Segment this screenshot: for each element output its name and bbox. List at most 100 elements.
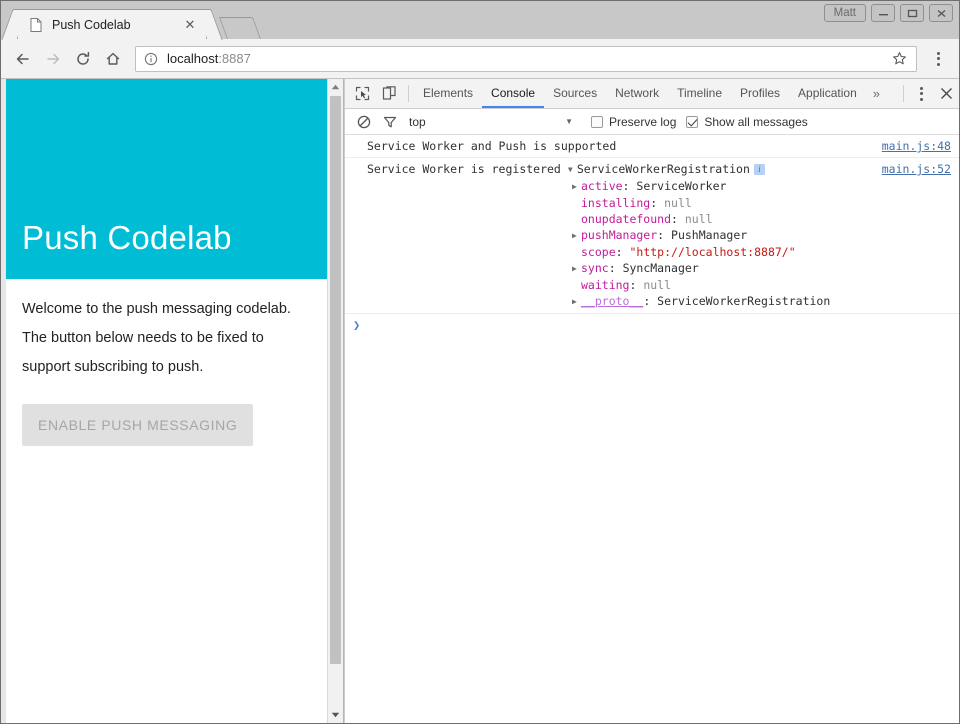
- forward-icon: [39, 45, 67, 73]
- scroll-up-icon[interactable]: [328, 79, 343, 95]
- page-scrollbar[interactable]: [327, 79, 343, 723]
- tab-overflow-icon[interactable]: »: [866, 79, 887, 108]
- tab-timeline[interactable]: Timeline: [668, 79, 731, 108]
- tab-console[interactable]: Console: [482, 79, 544, 108]
- preserve-log-label: Preserve log: [609, 115, 676, 129]
- devtools-tabbar: Elements Console Sources Network Timelin…: [345, 79, 959, 109]
- property-name: onupdatefound: [581, 212, 671, 226]
- expand-triangle-icon[interactable]: ▶: [572, 294, 581, 310]
- prompt-chevron-icon: ❯: [353, 318, 360, 332]
- console-message[interactable]: Service Worker is registered ▼ServiceWor…: [345, 158, 959, 314]
- browser-tab[interactable]: Push Codelab ✕: [17, 9, 207, 39]
- minimize-icon[interactable]: [871, 4, 895, 22]
- console-prompt[interactable]: ❯: [345, 314, 959, 336]
- info-badge-icon[interactable]: i: [754, 164, 765, 175]
- property-name: installing: [581, 196, 650, 210]
- filter-icon[interactable]: [377, 115, 403, 129]
- show-all-messages-label: Show all messages: [704, 115, 807, 129]
- property-value: SyncManager: [623, 261, 699, 275]
- page-body: Welcome to the push messaging codelab. T…: [6, 279, 327, 446]
- scrollbar-thumb[interactable]: [330, 96, 341, 664]
- reload-icon[interactable]: [69, 45, 97, 73]
- console-filter-bar: top ▼ Preserve log Show all messages: [345, 109, 959, 135]
- inspect-element-icon[interactable]: [349, 79, 376, 108]
- object-property-row[interactable]: onupdatefound: null: [581, 211, 959, 227]
- property-value: PushManager: [671, 228, 747, 242]
- scroll-down-icon[interactable]: [328, 707, 343, 723]
- chrome-menu-icon[interactable]: [925, 45, 951, 73]
- property-value: null: [685, 212, 713, 226]
- console-source-link[interactable]: main.js:52: [882, 161, 951, 177]
- devtools-menu-icon[interactable]: [909, 79, 933, 108]
- page-viewport: Push Codelab Welcome to the push messagi…: [1, 79, 327, 723]
- show-all-messages-checkbox[interactable]: Show all messages: [686, 115, 807, 129]
- execution-context-dropdown[interactable]: top ▼: [409, 115, 581, 129]
- toolbar-divider: [408, 85, 409, 102]
- console-source-link[interactable]: main.js:48: [882, 138, 951, 154]
- new-tab-button[interactable]: [219, 17, 261, 39]
- expand-triangle-icon[interactable]: ▶: [572, 179, 581, 195]
- enable-push-messaging-button[interactable]: ENABLE PUSH MESSAGING: [22, 404, 253, 446]
- tab-sources[interactable]: Sources: [544, 79, 606, 108]
- tab-network[interactable]: Network: [606, 79, 668, 108]
- maximize-icon[interactable]: [900, 4, 924, 22]
- preserve-log-checkbox[interactable]: Preserve log: [591, 115, 676, 129]
- console-output[interactable]: Service Worker and Push is supported mai…: [345, 135, 959, 723]
- object-properties: ▶active: ServiceWorker installing: null …: [367, 178, 959, 310]
- console-message-text: Service Worker and Push is supported: [367, 139, 616, 153]
- property-name: scope: [581, 245, 616, 259]
- property-value: "http://localhost:8887/": [629, 245, 795, 259]
- browser-toolbar: localhost:8887: [1, 39, 959, 79]
- property-name: active: [581, 179, 623, 193]
- chevron-down-icon[interactable]: ▼: [565, 117, 581, 126]
- hero-banner: Push Codelab: [6, 79, 327, 279]
- show-all-messages-box[interactable]: [686, 116, 698, 128]
- preserve-log-box[interactable]: [591, 116, 603, 128]
- property-value: null: [643, 278, 671, 292]
- object-property-row[interactable]: ▶active: ServiceWorker: [581, 178, 959, 195]
- object-property-row[interactable]: ▶sync: SyncManager: [581, 260, 959, 277]
- tab-title: Push Codelab: [52, 18, 172, 32]
- clear-console-icon[interactable]: [351, 115, 377, 129]
- tab-profiles[interactable]: Profiles: [731, 79, 789, 108]
- home-icon[interactable]: [99, 45, 127, 73]
- console-message[interactable]: Service Worker and Push is supported mai…: [345, 135, 959, 158]
- tab-elements[interactable]: Elements: [414, 79, 482, 108]
- property-name: waiting: [581, 278, 629, 292]
- devtools-panel: Elements Console Sources Network Timelin…: [344, 79, 959, 723]
- property-value: ServiceWorker: [636, 179, 726, 193]
- url-host: localhost: [167, 51, 218, 66]
- site-info-icon[interactable]: [144, 52, 160, 66]
- execution-context-label: top: [409, 115, 426, 129]
- url-port: :8887: [218, 51, 251, 66]
- page-title: Push Codelab: [22, 219, 232, 257]
- bookmark-star-icon[interactable]: [890, 51, 908, 66]
- property-name: __proto__: [581, 294, 643, 308]
- object-property-row[interactable]: installing: null: [581, 195, 959, 211]
- object-property-row[interactable]: scope: "http://localhost:8887/": [581, 244, 959, 260]
- devtools-close-icon[interactable]: [933, 79, 959, 108]
- object-property-row[interactable]: waiting: null: [581, 277, 959, 293]
- back-icon[interactable]: [9, 45, 37, 73]
- toolbar-divider-right: [903, 85, 904, 102]
- property-value: ServiceWorkerRegistration: [657, 294, 830, 308]
- console-object-name: ServiceWorkerRegistration: [577, 162, 750, 176]
- url-text[interactable]: localhost:8887: [167, 51, 890, 66]
- tab-strip: Push Codelab ✕ Matt: [1, 1, 959, 39]
- expand-triangle-icon[interactable]: ▶: [572, 228, 581, 244]
- object-property-row[interactable]: ▶__proto__: ServiceWorkerRegistration: [581, 293, 959, 310]
- profile-chip[interactable]: Matt: [824, 4, 866, 22]
- close-icon[interactable]: [929, 4, 953, 22]
- address-bar[interactable]: localhost:8887: [135, 46, 917, 72]
- page-pane: Push Codelab Welcome to the push messagi…: [1, 79, 344, 723]
- tab-close-icon[interactable]: ✕: [182, 17, 198, 33]
- page-icon: [28, 17, 44, 33]
- expand-triangle-icon[interactable]: ▶: [572, 261, 581, 277]
- property-value: null: [664, 196, 692, 210]
- intro-paragraph: Welcome to the push messaging codelab. T…: [22, 295, 311, 382]
- expand-triangle-icon[interactable]: ▼: [568, 162, 577, 178]
- tab-application[interactable]: Application: [789, 79, 866, 108]
- object-property-row[interactable]: ▶pushManager: PushManager: [581, 227, 959, 244]
- content-area: Push Codelab Welcome to the push messagi…: [1, 79, 959, 723]
- device-toolbar-icon[interactable]: [376, 79, 403, 108]
